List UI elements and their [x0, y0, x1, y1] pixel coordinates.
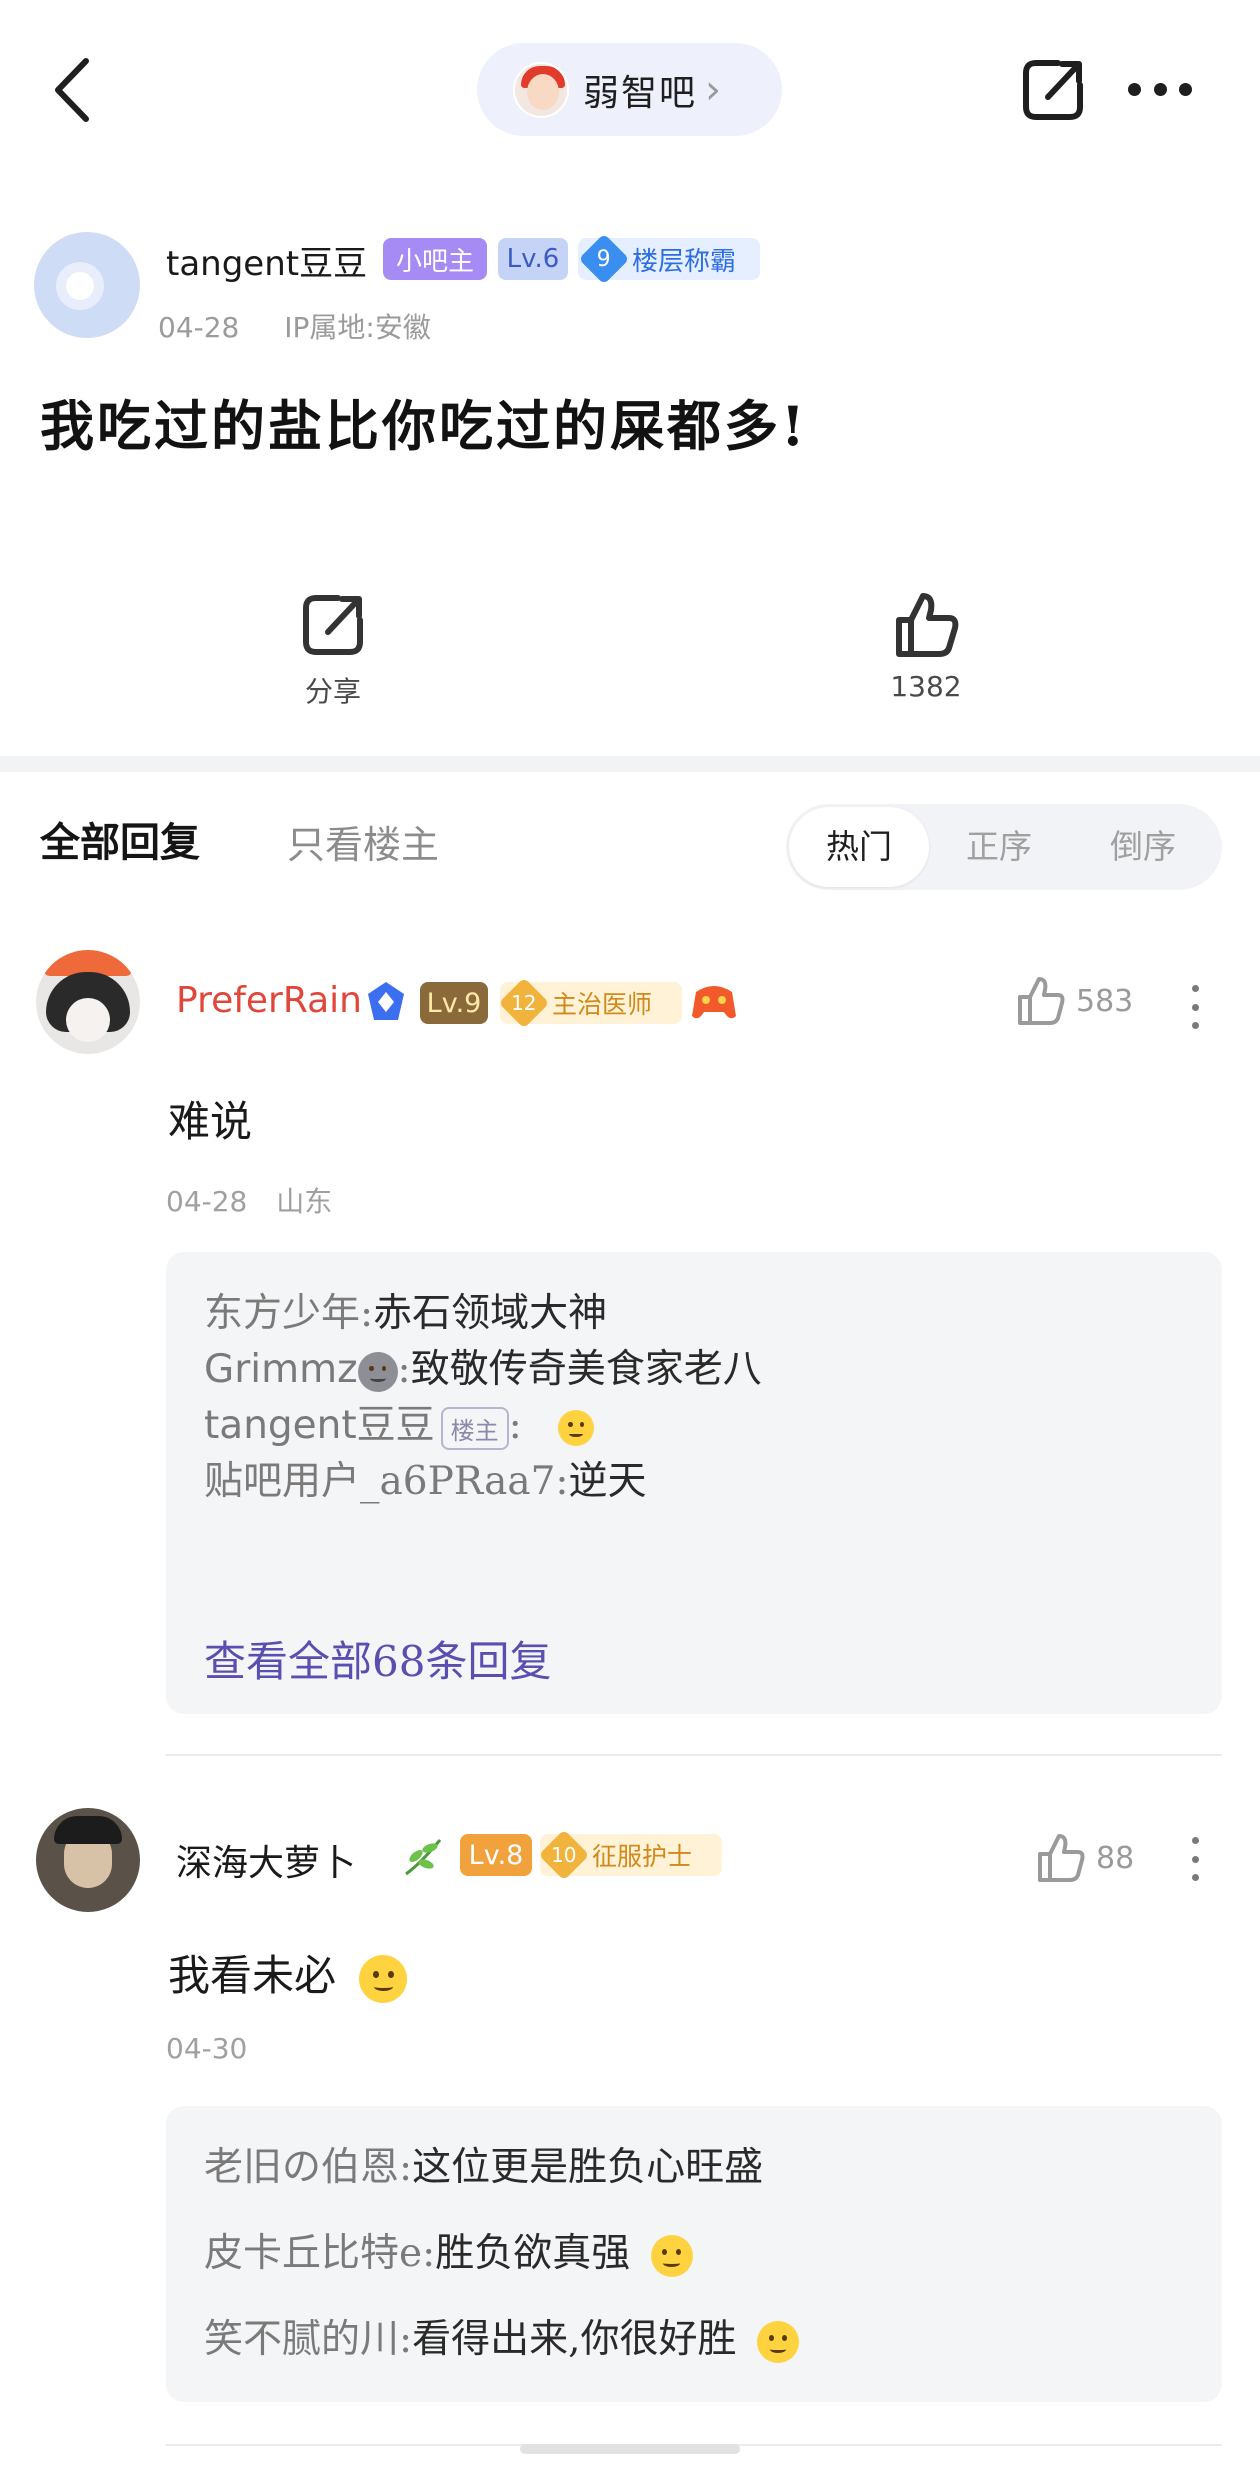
title-badge: 12 主治医师 — [498, 977, 682, 1029]
game-icon — [692, 986, 736, 1019]
sub-reply[interactable]: Grimmz:致敬传奇美食家老八 — [204, 1338, 762, 1394]
sub-replies[interactable]: 老旧の伯恩:这位更是胜负心旺盛 皮卡丘比特e:胜负欲真强 笑不腻的川:看得出来,… — [166, 2106, 1222, 2402]
sub-reply[interactable]: 贴吧用户_a6PRaa7:逆天 — [204, 1450, 647, 1506]
commenter-name[interactable]: 深海大萝卜 — [176, 1834, 356, 1886]
comment-like-button[interactable]: 583 — [1016, 975, 1133, 1027]
share-icon[interactable] — [1018, 55, 1088, 125]
level-badge: Lv.9 — [420, 982, 488, 1024]
op-tag: 楼主 — [440, 1406, 509, 1450]
commenter-name[interactable]: PreferRain — [176, 980, 362, 1021]
like-button[interactable]: 1382 — [846, 590, 1006, 703]
comment-like-button[interactable]: 88 — [1036, 1832, 1134, 1884]
sub-reply[interactable]: 皮卡丘比特e:胜负欲真强 — [204, 2222, 693, 2278]
owner-badge: 小吧主 — [383, 238, 487, 280]
comment-like-count: 583 — [1076, 983, 1134, 1019]
view-all-replies-link[interactable]: 查看全部68条回复 — [204, 1628, 551, 1689]
share-icon — [303, 595, 363, 655]
leaf-icon — [405, 1839, 442, 1876]
floor-diamond-icon: 9 — [578, 233, 630, 285]
yum-emoji-icon — [650, 2235, 693, 2277]
tab-all-replies[interactable]: 全部回复 — [40, 810, 200, 868]
more-icon[interactable] — [1128, 78, 1192, 100]
emoji-icon — [558, 1410, 595, 1446]
post-title: 我吃过的盐比你吃过的屎都多! — [40, 394, 808, 458]
comment-meta: 04-30 — [166, 2032, 267, 2065]
title-badge: 10 征服护士 — [538, 1829, 722, 1881]
sort-hot[interactable]: 热门 — [789, 807, 929, 887]
forum-name: 弱智吧 — [583, 72, 698, 114]
author-avatar[interactable] — [34, 232, 140, 338]
vip-icon — [368, 982, 404, 1020]
top-bar: 弱智吧 › — [0, 0, 1260, 180]
post-ip: IP属地:安徽 — [284, 311, 431, 344]
sub-replies[interactable]: 东方少年:赤石领域大神 Grimmz:致敬传奇美食家老八 tangent豆豆 楼主… — [166, 1252, 1222, 1714]
chevron-right-icon: › — [705, 66, 722, 113]
share-label: 分享 — [304, 675, 361, 708]
like-icon — [1038, 1834, 1085, 1882]
comment-separator — [166, 1754, 1222, 1756]
home-indicator[interactable] — [520, 2444, 740, 2454]
sub-reply[interactable]: 老旧の伯恩:这位更是胜负心旺盛 — [204, 2136, 763, 2192]
comment-location: 山东 — [276, 1185, 333, 1218]
title-diamond-icon: 12 — [498, 977, 550, 1029]
section-divider — [0, 756, 1260, 772]
comment-more-icon[interactable] — [1190, 985, 1200, 1029]
commenter-avatar[interactable] — [36, 1808, 140, 1912]
like-icon — [896, 593, 959, 657]
grin-emoji-icon — [756, 2321, 799, 2363]
level-badge: Lv.8 — [460, 1834, 532, 1876]
floor-title-badge: 9 楼层称霸 — [578, 233, 760, 285]
comment-date: 04-28 — [166, 1185, 248, 1218]
sub-reply[interactable]: 笑不腻的川:看得出来,你很好胜 — [204, 2308, 799, 2364]
sub-reply[interactable]: tangent豆豆 楼主: — [204, 1394, 595, 1450]
comment-meta: 04-28 山东 — [166, 1180, 352, 1220]
commenter-avatar[interactable] — [36, 950, 140, 1054]
post-date: 04-28 — [158, 311, 240, 344]
sort-switch: 热门 正序 倒序 — [786, 804, 1222, 890]
sub-reply[interactable]: 东方少年:赤石领域大神 — [204, 1282, 607, 1338]
post-meta: 04-28 IP属地:安徽 — [158, 306, 467, 346]
sort-ascending[interactable]: 正序 — [934, 804, 1064, 890]
like-count: 1382 — [890, 670, 962, 703]
sort-descending[interactable]: 倒序 — [1078, 804, 1208, 890]
comment-body: 难说 — [168, 1097, 253, 1146]
title-diamond-icon: 10 — [538, 1829, 590, 1881]
smile-emoji-icon — [359, 1955, 408, 2003]
forum-avatar — [513, 61, 569, 118]
like-icon — [1018, 977, 1065, 1025]
comment-date: 04-30 — [166, 2032, 248, 2065]
share-button[interactable]: 分享 — [253, 590, 413, 710]
author-name[interactable]: tangent豆豆 — [166, 236, 367, 285]
level-badge: Lv.6 — [498, 238, 568, 280]
tab-op-only[interactable]: 只看楼主 — [287, 814, 439, 869]
back-icon[interactable] — [50, 55, 94, 125]
forum-entry-button[interactable]: 弱智吧 › — [477, 43, 782, 136]
comment-body: 我看未必 — [168, 1942, 408, 2003]
comment-like-count: 88 — [1096, 1840, 1135, 1876]
moon-emoji-icon — [357, 1352, 398, 1392]
comment-more-icon[interactable] — [1190, 1837, 1200, 1881]
